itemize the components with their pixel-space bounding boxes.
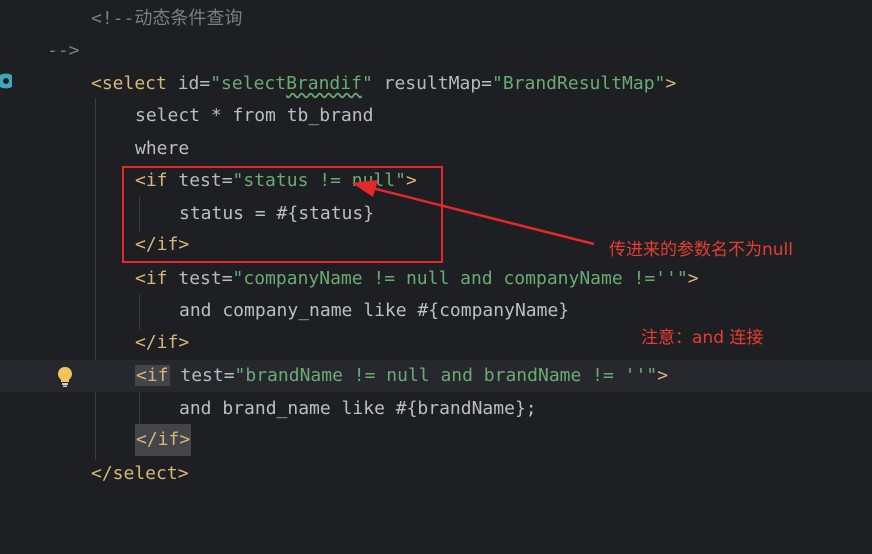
attr-test: test: [169, 365, 224, 386]
test-value: "companyName != null and companyName !='…: [232, 268, 688, 289]
if-tag-line: <if test="companyName != null and compan…: [135, 263, 699, 295]
code-line[interactable]: </select>: [0, 458, 872, 490]
id-value-part: "select: [210, 73, 287, 94]
sql-text: select * from tb_brand: [135, 105, 374, 126]
equals: =: [223, 365, 235, 386]
tag-open-highlighted: <if: [135, 365, 170, 386]
equals: =: [199, 73, 211, 94]
code-line-current[interactable]: <if test="brandName != null and brandNam…: [0, 360, 872, 392]
attr-resultmap: resultMap: [372, 73, 482, 94]
code-line[interactable]: </if>: [0, 424, 872, 456]
code-line[interactable]: <!--动态条件查询: [0, 3, 872, 35]
tag-close: >: [665, 73, 677, 94]
code-editor[interactable]: <!--动态条件查询 --> <select id="selectBrandif…: [0, 0, 872, 497]
tag-open: <select: [91, 73, 167, 94]
equals: =: [221, 268, 233, 289]
attr-test: test: [167, 268, 222, 289]
code-line[interactable]: select * from tb_brand: [0, 100, 872, 132]
sql-text: where: [135, 138, 190, 159]
sql-text: and company_name like #{companyName}: [179, 300, 570, 321]
attr-id: id: [166, 73, 200, 94]
resultmap-value: "BrandResultMap": [492, 73, 666, 94]
comment-text: <!--动态条件查询: [91, 8, 243, 29]
tag-close: >: [657, 365, 669, 386]
sql-text: and brand_name like #{brandName};: [179, 398, 537, 419]
code-line[interactable]: <if test="companyName != null and compan…: [0, 263, 872, 295]
tag-open: <if: [135, 268, 168, 289]
code-line[interactable]: -->: [0, 35, 872, 67]
annotation-note-and: 注意：and 连接: [641, 328, 764, 348]
comment-text: -->: [47, 40, 80, 61]
annotation-note-null: 传进来的参数名不为null: [609, 240, 793, 260]
id-value-quote: ": [361, 73, 373, 94]
select-close-tag: </select>: [91, 463, 189, 484]
equals: =: [481, 73, 492, 94]
id-value-typo: Brandif: [286, 73, 362, 94]
select-tag-line: <select id="selectBrandif" resultMap="Br…: [91, 68, 676, 100]
if-close-tag-highlighted: </if>: [135, 424, 192, 456]
test-value: "brandName != null and brandName != ''": [234, 365, 658, 386]
code-line[interactable]: where: [0, 133, 872, 165]
code-line[interactable]: <select id="selectBrandif" resultMap="Br…: [0, 68, 872, 100]
code-line[interactable]: and brand_name like #{brandName};: [0, 393, 872, 425]
if-close-tag: </if>: [135, 332, 190, 353]
highlight-box: [122, 166, 443, 263]
lightbulb-icon[interactable]: [56, 366, 74, 388]
if-tag-line: <if test="brandName != null and brandNam…: [135, 360, 668, 392]
tag-close: >: [687, 268, 699, 289]
